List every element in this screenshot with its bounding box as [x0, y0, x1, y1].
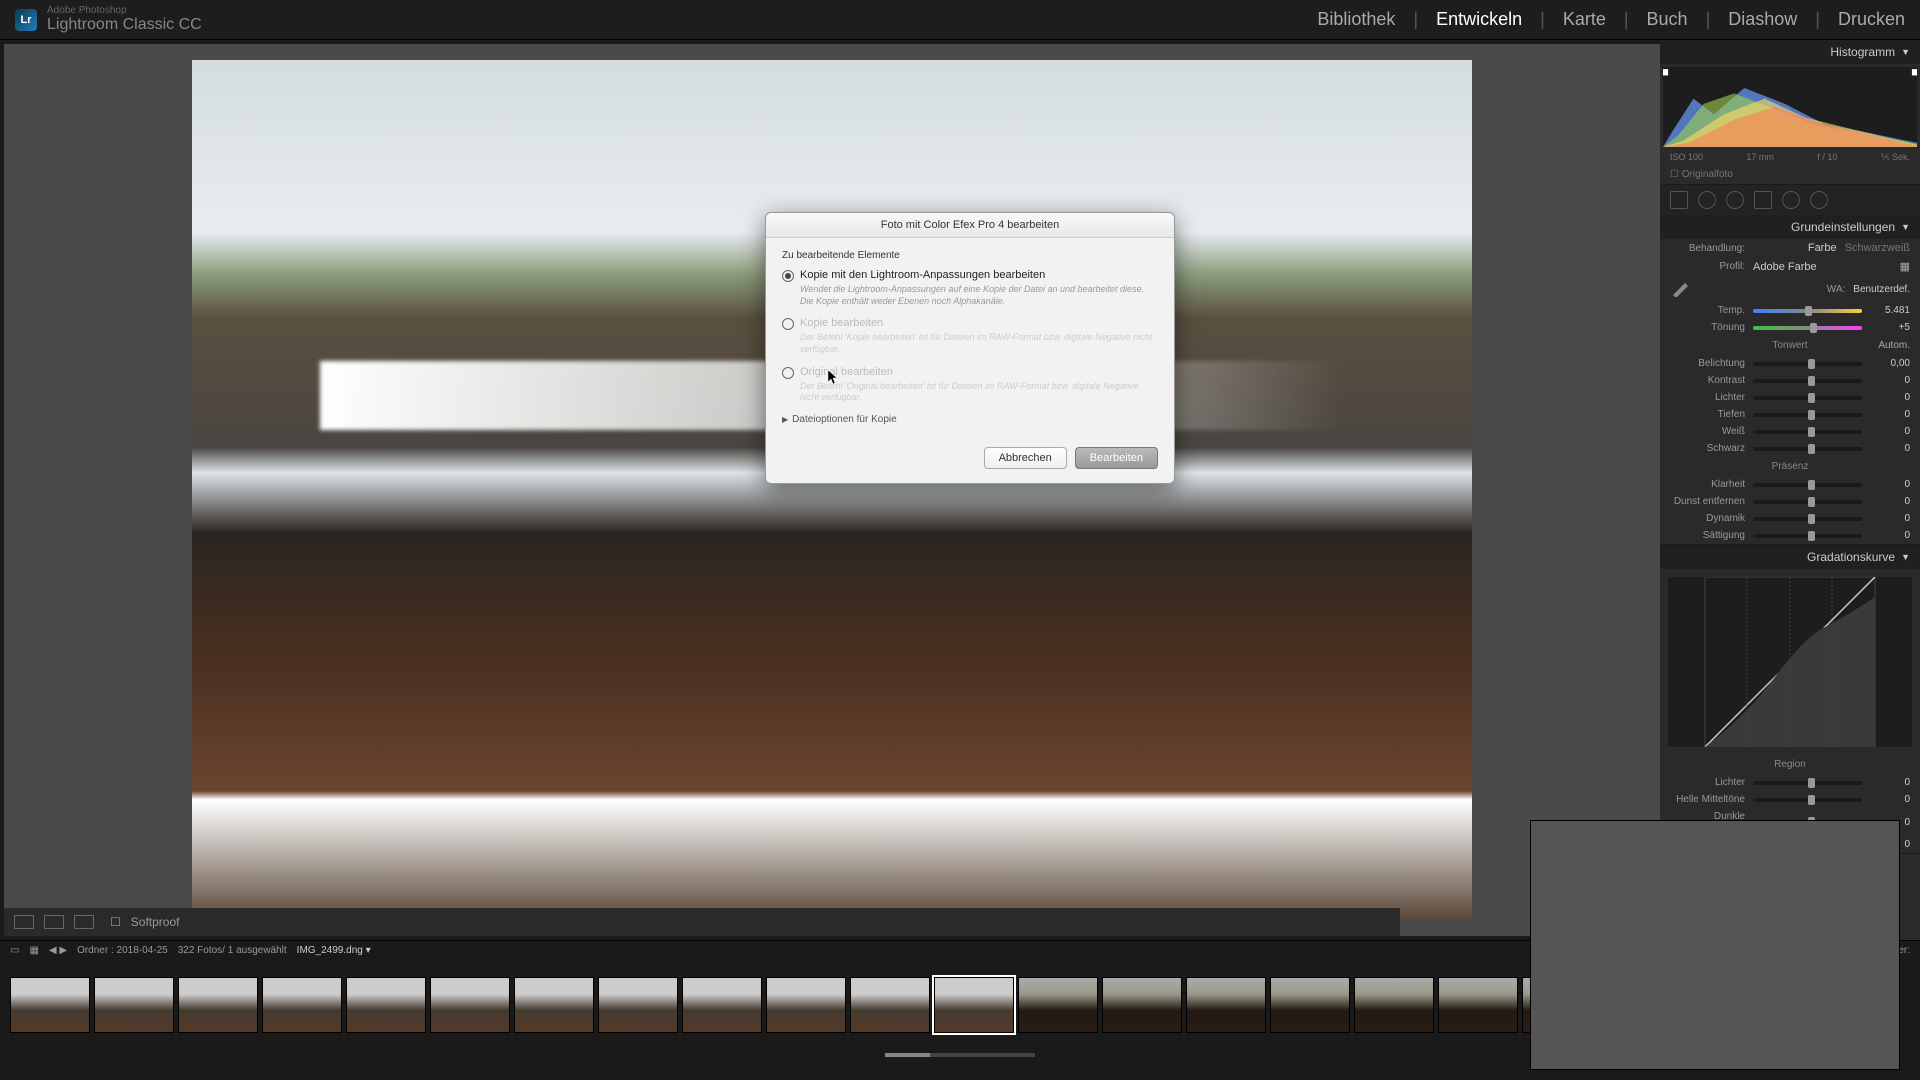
module-drucken[interactable]: Drucken: [1838, 9, 1905, 30]
canvas-area[interactable]: ☐ Softproof: [0, 40, 1660, 940]
filmstrip-scrollbar[interactable]: [885, 1053, 1035, 1057]
curve-header[interactable]: Gradationskurve▼: [1660, 545, 1920, 569]
filmstrip-thumb[interactable]: [766, 977, 846, 1033]
filmstrip-thumb[interactable]: [1102, 977, 1182, 1033]
wb-preset[interactable]: Benutzerdef.: [1853, 284, 1910, 295]
filmstrip-thumb[interactable]: [430, 977, 510, 1033]
app-logo-icon: Lr: [15, 9, 37, 31]
tone-slider[interactable]: [1753, 396, 1862, 400]
before-after-icon[interactable]: [44, 915, 64, 929]
current-filename[interactable]: IMG_2499.dng ▾: [297, 945, 371, 956]
redeye-tool-icon[interactable]: [1726, 191, 1744, 209]
presence-slider[interactable]: [1753, 500, 1862, 504]
tone-slider[interactable]: [1753, 447, 1862, 451]
module-karte[interactable]: Karte: [1563, 9, 1606, 30]
auto-tone[interactable]: Autom.: [1878, 340, 1910, 351]
radio-icon: [782, 318, 794, 330]
filmstrip-thumb[interactable]: [94, 977, 174, 1033]
filmstrip-thumb[interactable]: [1270, 977, 1350, 1033]
treatment-color[interactable]: Farbe: [1753, 242, 1837, 254]
tone-slider[interactable]: [1753, 362, 1862, 366]
dialog-section-title: Zu bearbeitende Elemente: [782, 250, 1158, 261]
grid-icon[interactable]: ▦: [29, 945, 38, 956]
gradient-tool-icon[interactable]: [1754, 191, 1772, 209]
temp-slider[interactable]: [1753, 309, 1862, 313]
profile-value[interactable]: Adobe Farbe: [1753, 261, 1892, 273]
option-copy-with-adjustments[interactable]: Kopie mit den Lightroom-Anpassungen bear…: [782, 269, 1158, 282]
filmstrip-thumb[interactable]: [1018, 977, 1098, 1033]
edit-button[interactable]: Bearbeiten: [1075, 447, 1158, 469]
presence-slider[interactable]: [1753, 483, 1862, 487]
filmstrip-thumb[interactable]: [262, 977, 342, 1033]
photo-count: 322 Fotos/ 1 ausgewählt: [178, 945, 287, 956]
module-diashow[interactable]: Diashow: [1728, 9, 1797, 30]
filmstrip-thumb[interactable]: [178, 977, 258, 1033]
filmstrip-thumb[interactable]: [850, 977, 930, 1033]
local-tools: [1660, 185, 1920, 215]
presence-slider[interactable]: [1753, 517, 1862, 521]
curve-region-slider[interactable]: [1753, 798, 1862, 802]
treatment-bw[interactable]: Schwarzweiß: [1845, 242, 1910, 254]
second-window-icon[interactable]: ▭: [10, 945, 19, 956]
tone-slider[interactable]: [1753, 413, 1862, 417]
original-photo-toggle[interactable]: Originalfoto: [1682, 169, 1733, 180]
radio-selected-icon[interactable]: [782, 270, 794, 282]
app-name: Adobe Photoshop Lightroom Classic CC: [47, 5, 202, 34]
tone-slider[interactable]: [1753, 430, 1862, 434]
softproof-label[interactable]: Softproof: [131, 915, 180, 929]
filmstrip-thumb[interactable]: [346, 977, 426, 1033]
radio-icon: [782, 367, 794, 379]
module-picker: Bibliothek| Entwickeln| Karte| Buch| Dia…: [1317, 9, 1905, 30]
radial-tool-icon[interactable]: [1782, 191, 1800, 209]
header-left: Lr Adobe Photoshop Lightroom Classic CC: [15, 5, 202, 34]
histogram[interactable]: [1663, 67, 1917, 147]
module-bibliothek[interactable]: Bibliothek: [1317, 9, 1395, 30]
dialog-title: Foto mit Color Efex Pro 4 bearbeiten: [766, 213, 1174, 238]
filmstrip-thumb[interactable]: [934, 977, 1014, 1033]
filmstrip-thumb[interactable]: [10, 977, 90, 1033]
cursor-icon: [828, 370, 840, 386]
wb-picker-icon[interactable]: [1670, 281, 1692, 297]
tone-slider[interactable]: [1753, 379, 1862, 383]
curve-region-slider[interactable]: [1753, 781, 1862, 785]
folder-path[interactable]: Ordner : 2018-04-25: [77, 945, 168, 956]
filmstrip-thumb[interactable]: [514, 977, 594, 1033]
spot-tool-icon[interactable]: [1698, 191, 1716, 209]
histo-focal: 17 mm: [1746, 152, 1774, 163]
file-options-disclosure[interactable]: ▶Dateioptionen für Kopie: [782, 414, 1158, 425]
filmstrip-thumb[interactable]: [1354, 977, 1434, 1033]
tone-curve[interactable]: [1668, 577, 1912, 747]
brush-tool-icon[interactable]: [1810, 191, 1828, 209]
module-buch[interactable]: Buch: [1647, 9, 1688, 30]
filmstrip-thumb[interactable]: [682, 977, 762, 1033]
loupe-view-icon[interactable]: [14, 915, 34, 929]
main-area: ☐ Softproof Histogramm▼ ISO 100 17 mm f: [0, 40, 1920, 940]
histo-iso: ISO 100: [1670, 152, 1703, 163]
filmstrip-thumb[interactable]: [1186, 977, 1266, 1033]
view-toolbar: ☐ Softproof: [4, 908, 1400, 936]
histo-aperture: f / 10: [1817, 152, 1837, 163]
cancel-button[interactable]: Abbrechen: [984, 447, 1067, 469]
crop-tool-icon[interactable]: [1670, 191, 1688, 209]
app-header: Lr Adobe Photoshop Lightroom Classic CC …: [0, 0, 1920, 40]
histogram-header[interactable]: Histogramm▼: [1660, 40, 1920, 64]
photo-preview: [192, 60, 1472, 920]
filmstrip-thumb[interactable]: [1438, 977, 1518, 1033]
basic-header[interactable]: Grundeinstellungen▼: [1660, 215, 1920, 239]
module-entwickeln[interactable]: Entwickeln: [1436, 9, 1522, 30]
split-view-icon[interactable]: [74, 915, 94, 929]
filmstrip-thumb[interactable]: [598, 977, 678, 1033]
webcam-overlay: [1530, 820, 1900, 1070]
option-copy: Kopie bearbeiten: [782, 317, 1158, 330]
presence-slider[interactable]: [1753, 534, 1862, 538]
histo-shutter: ⅕ Sek.: [1881, 152, 1910, 163]
edit-in-dialog: Foto mit Color Efex Pro 4 bearbeiten Zu …: [765, 212, 1175, 484]
profile-grid-icon[interactable]: ▦: [1900, 260, 1910, 273]
develop-panel: Histogramm▼ ISO 100 17 mm f / 10 ⅕ Sek. …: [1660, 40, 1920, 940]
tint-slider[interactable]: [1753, 326, 1862, 330]
